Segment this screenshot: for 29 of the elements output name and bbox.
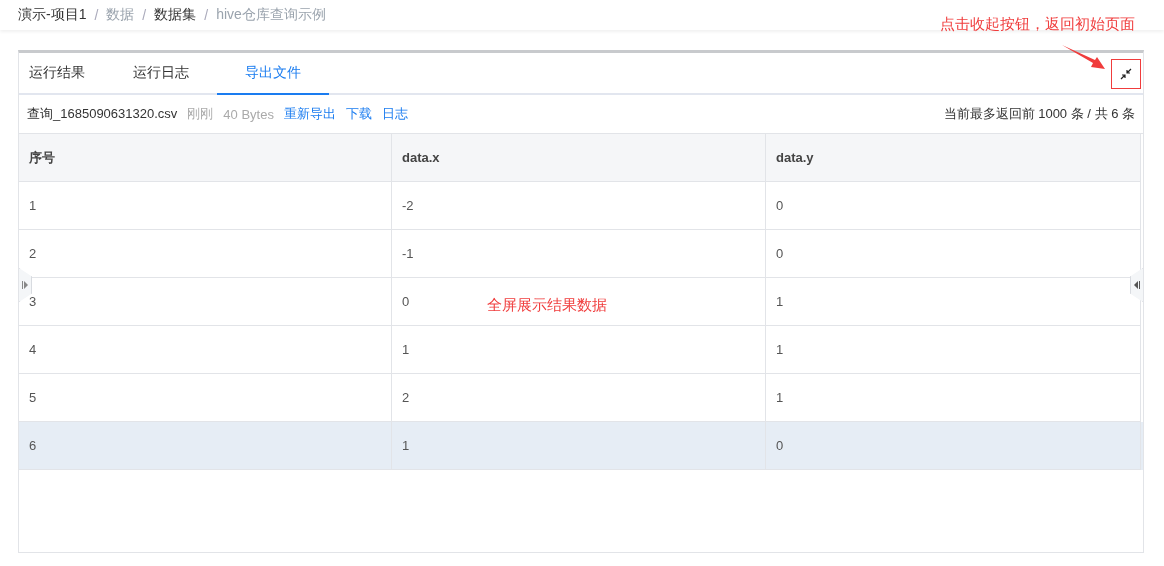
breadcrumb-separator: / — [142, 7, 147, 23]
file-time: 刚刚 — [187, 105, 214, 123]
result-summary: 当前最多返回前 1000 条 / 共 6 条 — [943, 105, 1135, 123]
tab[interactable]: 运行结果 — [19, 53, 105, 95]
tab[interactable]: 运行日志 — [105, 53, 217, 95]
breadcrumb-separator: / — [94, 7, 99, 23]
breadcrumb-item[interactable]: 数据集 — [154, 6, 197, 24]
caret-right-icon — [22, 281, 28, 289]
breadcrumb-item[interactable]: 演示-项目1 — [18, 6, 87, 24]
breadcrumb-item[interactable]: 数据 — [106, 6, 135, 24]
annotation-text: 点击收起按钮，返回初始页面 — [940, 15, 1135, 34]
table-cell: 1 — [392, 422, 766, 470]
breadcrumb-separator: / — [204, 7, 209, 23]
tab[interactable]: 导出文件 — [217, 53, 329, 95]
file-name: 查询_1685090631320.csv — [27, 105, 178, 123]
breadcrumb-item[interactable]: hive仓库查询示例 — [216, 6, 326, 24]
collapse-button[interactable] — [1111, 59, 1141, 89]
table-cell: 0 — [766, 422, 1141, 470]
caret-left-icon — [1134, 281, 1140, 289]
column-header: 序号 — [19, 134, 392, 182]
column-header: data.x — [392, 134, 766, 182]
table-cell: 6 — [19, 422, 392, 470]
action-link[interactable]: 重新导出 — [283, 105, 336, 123]
file-size: 40 Bytes — [223, 106, 274, 122]
column-header: data.y — [766, 134, 1141, 182]
action-link[interactable]: 下载 — [345, 105, 372, 123]
annotation-text: 全屏展示结果数据 — [487, 296, 607, 315]
action-link[interactable]: 日志 — [381, 105, 408, 123]
collapse-icon — [1120, 68, 1132, 80]
